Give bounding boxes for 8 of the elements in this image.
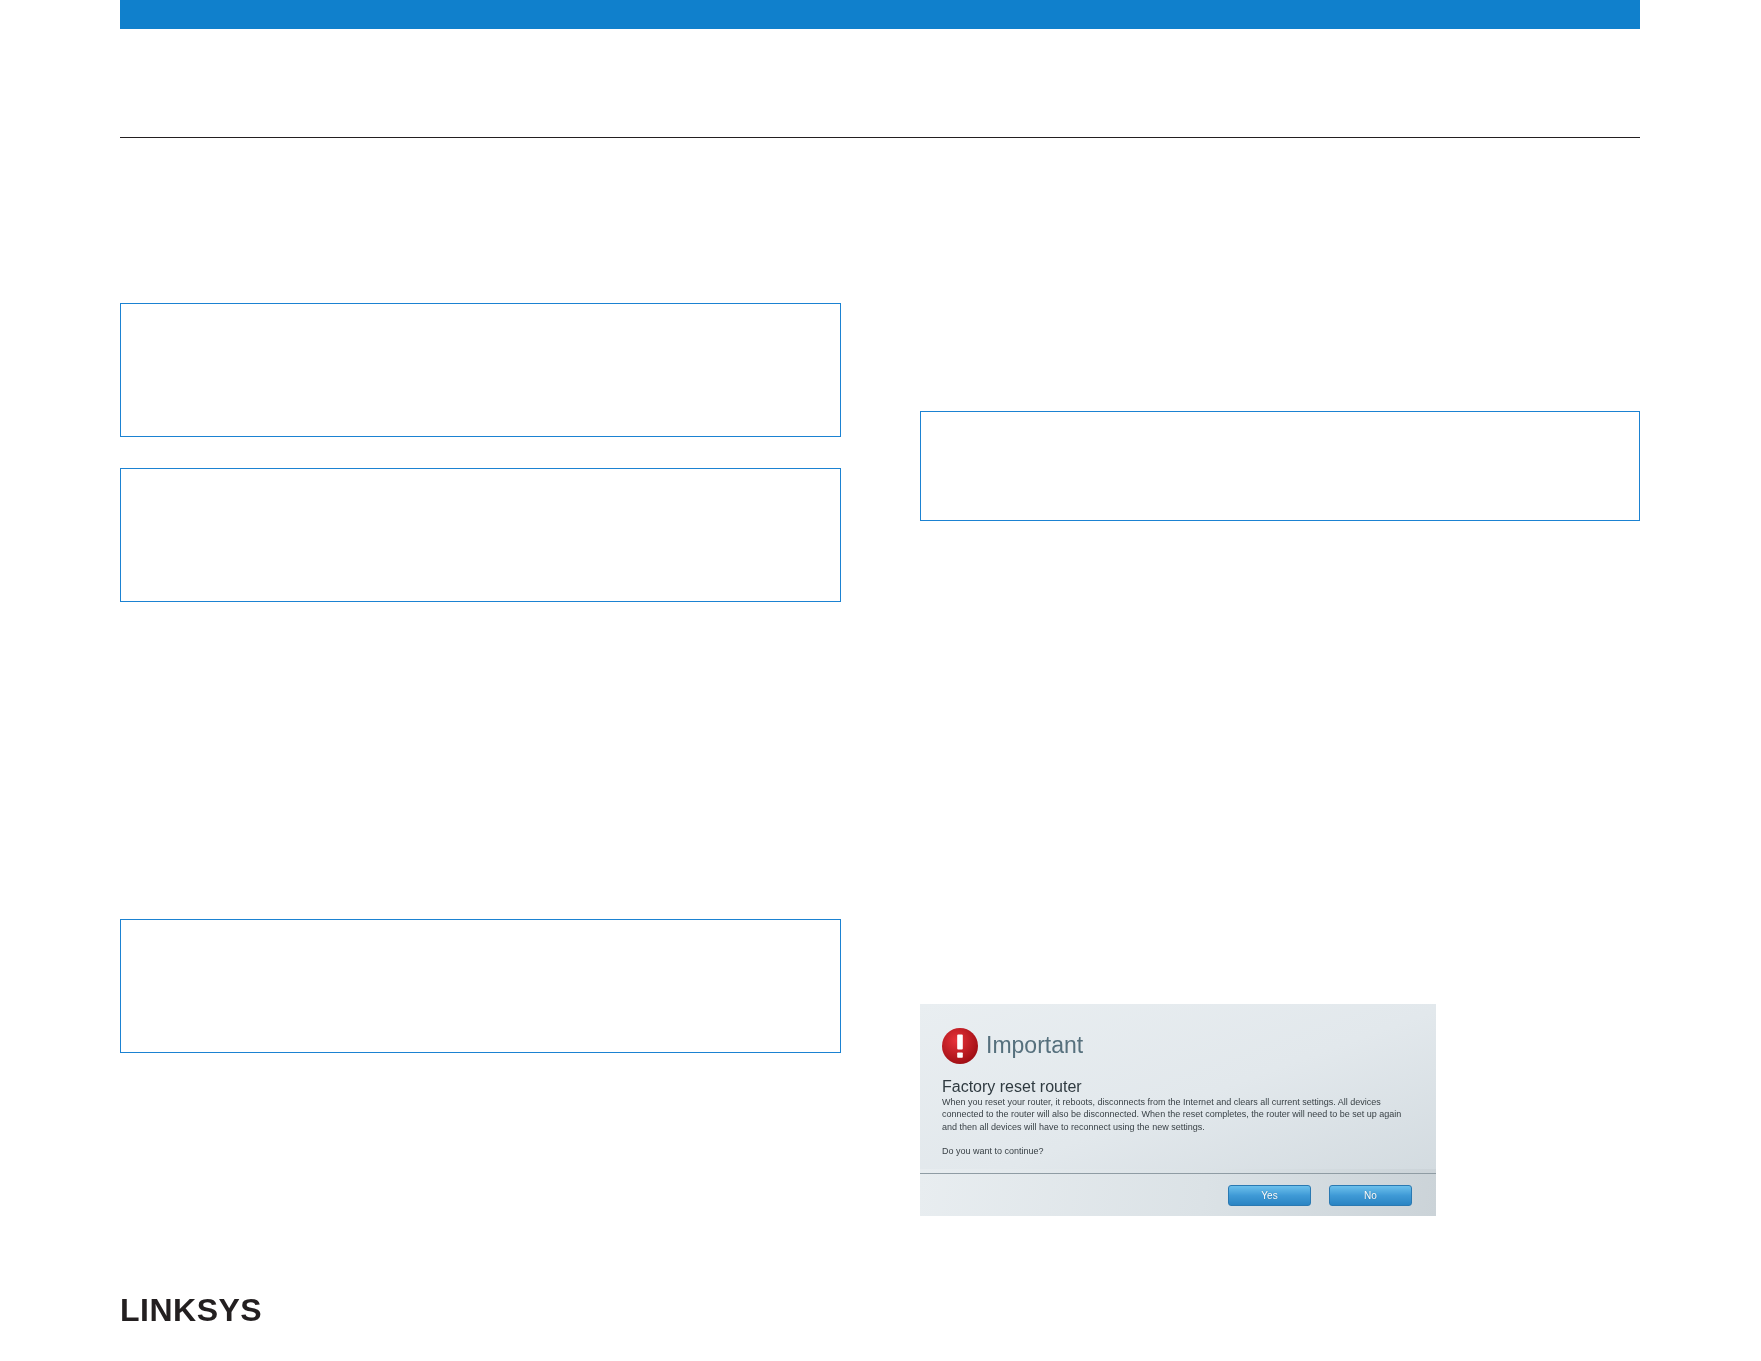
dialog-button[interactable]: Yes xyxy=(1228,1185,1311,1206)
dialog-heading: Factory reset router xyxy=(942,1077,1083,1097)
dialog-question: Do you want to continue? xyxy=(942,1145,1045,1158)
dialog-button[interactable]: No xyxy=(1329,1185,1412,1206)
warning-icon xyxy=(942,1028,978,1064)
dialog-title: Important xyxy=(986,1032,1084,1060)
brand-logo: LINKSYS xyxy=(120,1294,263,1326)
dialog-message: When you reset your router, it reboots, disconnects from the Internet and clears all current settings. All devices connected to the router will also be disconnected. When the reset completes, the router will need to be set up again and then all devices will have to reconnect using the new settings. xyxy=(942,1096,1403,1134)
